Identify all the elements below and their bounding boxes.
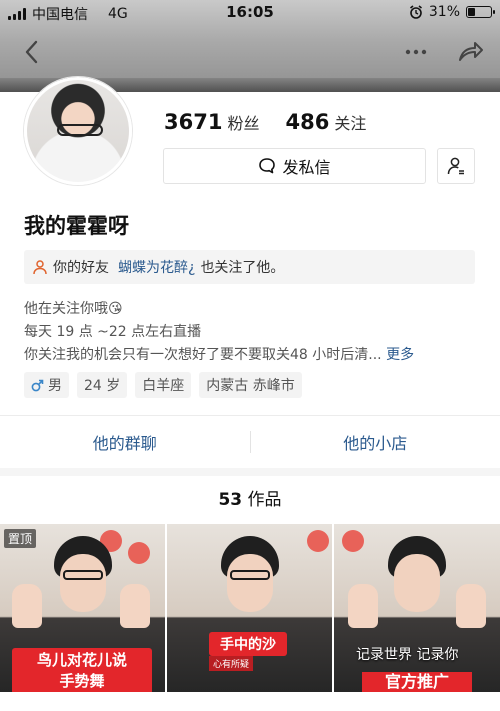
works-grid: 置顶 鸟儿对花儿说 手势舞 手中的沙 心有所疑 记录世界 记录你 官方推广 [0,524,500,692]
friend-name-link[interactable]: 蝴蝶为花醉¿ [118,257,195,277]
mutual-follow-notice[interactable]: 你的好友 蝴蝶为花醉¿ 也关注了他。 [24,250,475,284]
profile-links: 他的群聊 他的小店 [0,416,500,468]
bio-line: 他在关注你哦😘 [24,301,123,317]
works-label: 作品 [247,490,282,510]
send-message-label: 发私信 [282,158,331,177]
battery-icon [466,6,495,18]
video-thumbnail[interactable]: 记录世界 记录你 官方推广 [334,524,500,692]
profile-bio: 他在关注你哦😘 每天 19 点 ~22 点左右直播 你关注我的机会只有一次想好了… [24,298,484,367]
profile-tags: 男 24 岁 白羊座 内蒙古 赤峰市 [24,372,302,398]
shop-link[interactable]: 他的小店 [251,430,500,454]
video-caption: 手中的沙 [209,632,287,656]
following-stat[interactable]: 486 关注 [285,110,366,134]
nav-bar [0,30,500,74]
avatar[interactable] [24,77,132,185]
video-caption: 记录世界 记录你 [356,647,459,663]
alarm-icon [409,5,422,19]
works-count: 53 [218,490,243,510]
profile-stats: 3671 粉丝 486 关注 [164,110,366,134]
video-caption: 鸟儿对花儿说 手势舞 [12,648,152,692]
video-subcaption: 心有所疑 [209,656,254,671]
male-icon [31,379,44,391]
fans-count: 3671 [164,110,223,134]
bio-line: 每天 19 点 ~22 点左右直播 [24,324,202,340]
friends-icon [33,260,47,275]
nickname: 我的霍霍呀 [24,214,129,238]
friend-notice-prefix: 你的好友 [53,260,109,276]
chat-bubble-icon [259,158,276,174]
gender-tag: 男 [24,372,69,398]
following-label: 关注 [334,114,367,133]
fans-stat[interactable]: 3671 粉丝 [164,110,259,134]
location-tag: 内蒙古 赤峰市 [199,372,302,398]
chevron-left-icon[interactable] [20,38,44,66]
video-thumbnail[interactable]: 置顶 鸟儿对花儿说 手势舞 [0,524,165,692]
works-tab[interactable]: 53 作品 [0,485,500,510]
add-friend-button[interactable] [437,148,475,184]
bio-line: 你关注我的机会只有一次想好了要不要取关48 小时后清... [24,347,382,363]
following-count: 486 [285,110,330,134]
battery-percent: 31% [428,4,460,20]
fans-label: 粉丝 [227,114,260,133]
friend-notice-suffix: 也关注了他。 [200,260,285,276]
section-gap [0,468,500,476]
video-thumbnail[interactable]: 手中的沙 心有所疑 [167,524,332,692]
send-message-button[interactable]: 发私信 [163,148,426,184]
zodiac-tag: 白羊座 [135,372,192,398]
age-tag: 24 岁 [77,372,128,398]
status-bar: 中国电信 4G 16:05 31% [0,0,500,26]
more-dots-icon[interactable] [402,38,430,66]
gender-label: 男 [48,378,62,394]
group-chat-link[interactable]: 他的群聊 [0,430,250,454]
user-settings-icon [447,157,464,175]
pinned-badge: 置顶 [4,529,37,548]
share-arrow-icon[interactable] [456,38,484,66]
promo-banner: 官方推广 [362,672,472,692]
bio-more-link[interactable]: 更多 [386,347,414,363]
